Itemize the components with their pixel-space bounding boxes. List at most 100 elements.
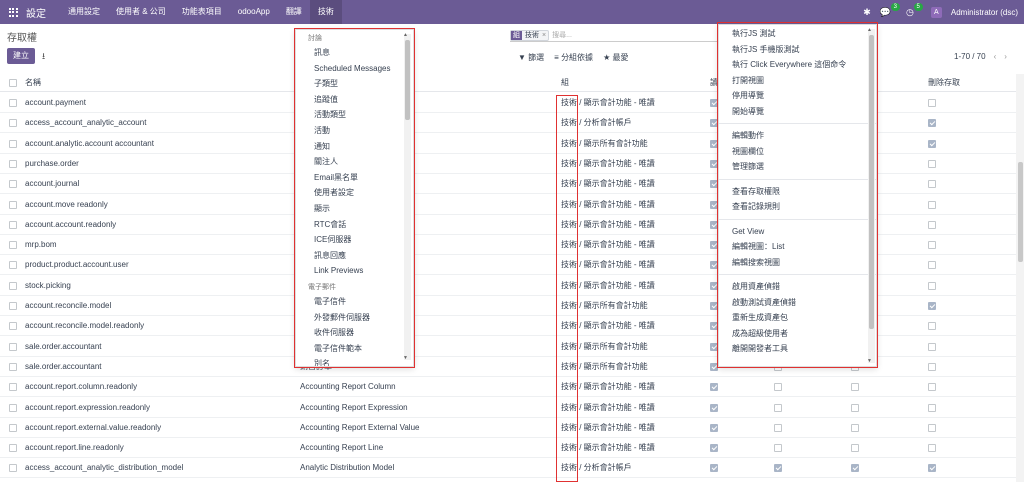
debug-dropdown-scrollbar-thumb[interactable] xyxy=(869,35,874,329)
avatar[interactable]: A xyxy=(930,6,942,18)
menu-item[interactable]: 訊息回應 xyxy=(296,248,413,264)
create-access-checkbox[interactable] xyxy=(851,444,859,453)
debug-scroll-down-icon[interactable]: ▼ xyxy=(867,358,872,364)
scroll-down-icon[interactable]: ▼ xyxy=(403,355,408,361)
read-access-checkbox[interactable] xyxy=(710,444,718,453)
write-access-checkbox[interactable] xyxy=(774,464,782,473)
menu-item[interactable]: 活動類型 xyxy=(296,107,413,123)
row-select-checkbox[interactable] xyxy=(9,302,17,310)
column-header-read[interactable]: 讀 xyxy=(710,74,718,92)
menu-item[interactable]: 追蹤值 xyxy=(296,92,413,108)
read-access-checkbox[interactable] xyxy=(710,261,718,270)
nav-item-technical[interactable]: 技術 xyxy=(309,0,342,24)
column-header-delete[interactable]: 刪除存取 xyxy=(928,74,960,92)
row-select-checkbox[interactable] xyxy=(9,362,17,371)
menu-item[interactable]: RTC會話 xyxy=(296,217,413,233)
delete-access-checkbox[interactable] xyxy=(928,302,936,310)
user-menu[interactable]: Administrator (dsc) xyxy=(951,8,1018,17)
debug-menu-item[interactable]: 成為超級使用者 xyxy=(719,326,876,342)
debug-menu-item[interactable]: 開始導覽 xyxy=(719,104,876,120)
read-access-checkbox[interactable] xyxy=(710,342,718,351)
debug-scroll-up-icon[interactable]: ▲ xyxy=(867,27,872,33)
create-access-checkbox[interactable] xyxy=(851,383,859,392)
menu-item[interactable]: 電子信件 xyxy=(296,294,413,310)
menu-item[interactable]: 關注人 xyxy=(296,154,413,170)
search-bar[interactable]: 組 技術 × 搜尋... xyxy=(510,29,722,42)
row-select-checkbox[interactable] xyxy=(9,220,17,229)
select-all-checkbox[interactable] xyxy=(9,79,17,87)
delete-access-checkbox[interactable] xyxy=(928,362,936,371)
nav-item-users-companies[interactable]: 使用者 & 公司 xyxy=(108,0,174,24)
debug-menu-item[interactable]: 執行JS 測試 xyxy=(719,26,876,42)
delete-access-checkbox[interactable] xyxy=(928,119,936,128)
table-row[interactable]: account.report.column.readonly Accounting… xyxy=(0,377,1016,398)
row-select-checkbox[interactable] xyxy=(9,159,17,168)
debug-dropdown-scrollbar[interactable]: ▲ ▼ xyxy=(867,27,875,364)
write-access-checkbox[interactable] xyxy=(774,383,782,392)
read-access-checkbox[interactable] xyxy=(710,241,718,250)
delete-access-checkbox[interactable] xyxy=(928,444,936,453)
debug-menu-item[interactable]: 離開開發者工具 xyxy=(719,341,876,357)
nav-item-menu-items[interactable]: 功能表項目 xyxy=(174,0,230,24)
create-access-checkbox[interactable] xyxy=(851,464,859,473)
debug-menu-item[interactable]: 重新生成資產包 xyxy=(719,310,876,326)
delete-access-checkbox[interactable] xyxy=(928,423,936,432)
main-scrollbar-thumb[interactable] xyxy=(1018,162,1023,262)
menu-item[interactable]: 通知 xyxy=(296,139,413,155)
favorites-button[interactable]: ★ 最愛 xyxy=(603,52,628,63)
table-row[interactable]: access_account_analytic_distribution_mod… xyxy=(0,458,1016,479)
debug-menu-item[interactable]: 打開視圖 xyxy=(719,73,876,89)
debug-menu-item[interactable]: 啟動測試資產偵錯 xyxy=(719,295,876,311)
pager-prev-icon[interactable]: ‹ xyxy=(994,52,997,61)
dropdown-scrollbar-thumb[interactable] xyxy=(405,40,410,120)
read-access-checkbox[interactable] xyxy=(710,99,718,107)
write-access-checkbox[interactable] xyxy=(774,444,782,453)
read-access-checkbox[interactable] xyxy=(710,180,718,189)
read-access-checkbox[interactable] xyxy=(710,423,718,432)
dropdown-scrollbar[interactable]: ▲ ▼ xyxy=(403,32,411,361)
debug-menu-item[interactable]: 啟用資產偵錯 xyxy=(719,279,876,295)
table-row[interactable]: account.report.expression.readonly Accoun… xyxy=(0,398,1016,418)
table-row[interactable]: account.report.external.value.readonly Ac… xyxy=(0,418,1016,438)
row-select-checkbox[interactable] xyxy=(9,99,17,107)
write-access-checkbox[interactable] xyxy=(774,403,782,412)
delete-access-checkbox[interactable] xyxy=(928,403,936,412)
row-select-checkbox[interactable] xyxy=(9,200,17,209)
column-header-group[interactable]: 組 xyxy=(561,74,569,92)
row-select-checkbox[interactable] xyxy=(9,180,17,189)
delete-access-checkbox[interactable] xyxy=(928,99,936,107)
menu-item[interactable]: 子類型 xyxy=(296,76,413,92)
menu-item[interactable]: Email黑名單 xyxy=(296,170,413,186)
debug-menu-item[interactable]: 編輯視圖：List xyxy=(719,239,876,255)
read-access-checkbox[interactable] xyxy=(710,139,718,148)
filter-button[interactable]: ▼ 篩選 xyxy=(518,52,544,63)
facet-close-icon[interactable]: × xyxy=(542,32,548,39)
column-header-name[interactable]: 名稱 xyxy=(25,74,41,92)
activity-clock-icon[interactable]: ◷ 5 xyxy=(906,2,923,18)
write-access-checkbox[interactable] xyxy=(774,423,782,432)
table-row[interactable]: account.report.line.readonly Accounting R… xyxy=(0,438,1016,459)
download-icon[interactable]: ⭳ xyxy=(42,49,45,65)
debug-menu-item[interactable]: Get View xyxy=(719,224,876,240)
apps-menu-icon[interactable] xyxy=(4,0,22,24)
create-button[interactable]: 建立 xyxy=(7,48,35,64)
row-select-checkbox[interactable] xyxy=(9,342,17,351)
read-access-checkbox[interactable] xyxy=(710,159,718,168)
read-access-checkbox[interactable] xyxy=(710,281,718,290)
row-select-checkbox[interactable] xyxy=(9,383,17,392)
read-access-checkbox[interactable] xyxy=(710,464,718,473)
read-access-checkbox[interactable] xyxy=(710,119,718,128)
row-select-checkbox[interactable] xyxy=(9,403,17,412)
row-select-checkbox[interactable] xyxy=(9,241,17,250)
debug-menu-item[interactable]: 執行 Click Everywhere 這個命令 xyxy=(719,57,876,73)
create-access-checkbox[interactable] xyxy=(851,403,859,412)
pager-value[interactable]: 1-70 / 70 xyxy=(954,52,986,61)
row-select-checkbox[interactable] xyxy=(9,261,17,270)
pager-next-icon[interactable]: › xyxy=(1004,52,1007,61)
row-select-checkbox[interactable] xyxy=(9,119,17,128)
menu-item[interactable]: 外發郵件伺服器 xyxy=(296,310,413,326)
debug-menu-item[interactable]: 查看存取權限 xyxy=(719,184,876,200)
delete-access-checkbox[interactable] xyxy=(928,342,936,351)
groupby-button[interactable]: ≡ 分組依據 xyxy=(554,52,593,63)
menu-item[interactable]: 別名 xyxy=(296,356,413,366)
